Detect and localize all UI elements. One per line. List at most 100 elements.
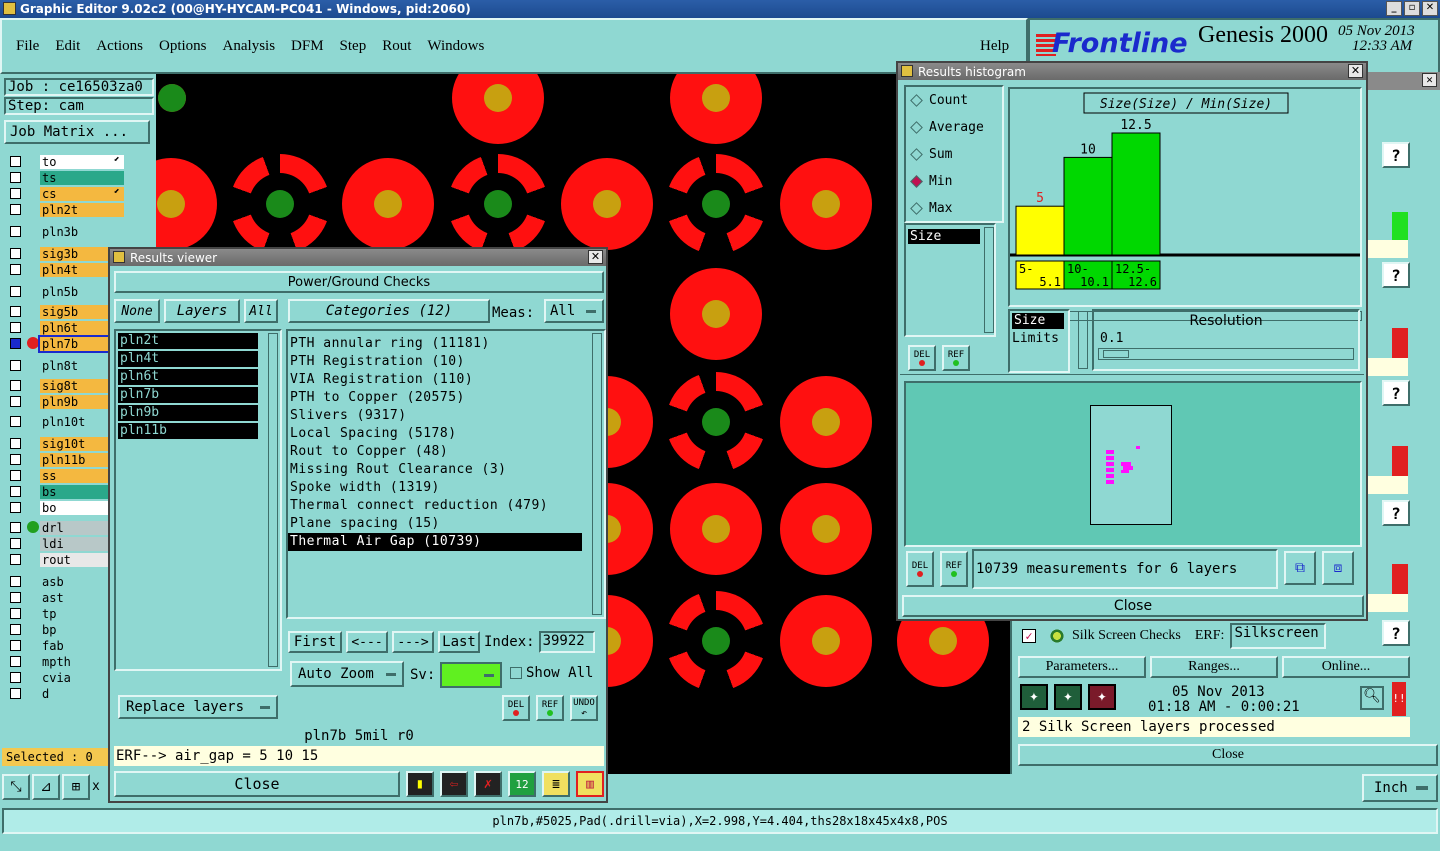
category-item[interactable]: VIA Registration (110) <box>288 371 604 389</box>
layer-checkbox[interactable] <box>10 522 21 533</box>
menu-windows[interactable]: Windows <box>427 38 484 55</box>
ref-button[interactable]: REF <box>536 695 564 721</box>
layer-row-bp[interactable]: bp <box>6 622 124 637</box>
menu-actions[interactable]: Actions <box>96 38 143 55</box>
layer-row-ast[interactable]: ast <box>6 590 124 605</box>
import-icon[interactable]: ⧈ <box>1322 551 1354 585</box>
scrollbar[interactable] <box>984 227 994 333</box>
maximize-button[interactable]: ▫ <box>1404 1 1420 16</box>
viewer-layer-item[interactable]: pln7b <box>118 387 258 403</box>
silk-check-icon[interactable]: ✓ <box>1022 629 1036 643</box>
close-app-button[interactable]: ✕ <box>1422 1 1438 16</box>
help-question-icon[interactable]: ? <box>1382 380 1410 406</box>
scrollbar[interactable] <box>1078 311 1088 369</box>
parameters-button[interactable]: Parameters... <box>1018 656 1146 678</box>
layer-row-fab[interactable]: fab <box>6 638 124 653</box>
hist-ref-button[interactable]: REF <box>942 345 970 371</box>
scrollbar[interactable] <box>268 333 278 667</box>
layer-row-sig10t[interactable]: sig10t <box>6 436 124 451</box>
layer-checkbox[interactable] <box>10 688 21 699</box>
agg-option-count[interactable]: Count <box>906 87 1002 114</box>
layer-checkbox[interactable] <box>10 380 21 391</box>
menu-step[interactable]: Step <box>340 38 367 55</box>
layer-row-ldi[interactable]: ldi <box>6 536 124 551</box>
exclude-icon[interactable]: ✗ <box>474 771 502 797</box>
layer-row-d[interactable]: d <box>6 686 124 701</box>
run-all-icon[interactable]: ✦ <box>1054 684 1082 710</box>
layer-row-bs[interactable]: bs <box>6 484 124 499</box>
layer-checkbox[interactable] <box>10 502 21 513</box>
last-button[interactable]: Last <box>438 631 480 653</box>
layer-checkbox[interactable] <box>10 470 21 481</box>
histogram-bar[interactable] <box>1015 205 1065 256</box>
agg-option-average[interactable]: Average <box>906 114 1002 141</box>
category-item[interactable]: Slivers (9317) <box>288 407 604 425</box>
layer-checkbox[interactable] <box>10 438 21 449</box>
del-button[interactable]: DEL <box>502 695 530 721</box>
prev-button[interactable]: <--- <box>346 631 388 653</box>
layer-checkbox[interactable] <box>10 624 21 635</box>
layer-row-pln11b[interactable]: pln11b <box>6 452 124 467</box>
pan-icon[interactable]: ⇦ <box>440 771 468 797</box>
job-matrix-button[interactable]: Job Matrix ... <box>4 120 150 144</box>
category-item[interactable]: Thermal Air Gap (10739) <box>288 533 582 551</box>
help-question-icon[interactable]: ? <box>1382 500 1410 526</box>
agg-option-sum[interactable]: Sum <box>906 141 1002 168</box>
close-icon[interactable]: ✕ <box>1422 73 1437 87</box>
report-icon[interactable]: ≣ <box>542 771 570 797</box>
histogram-bar[interactable] <box>1063 156 1113 256</box>
layer-checkbox[interactable] <box>10 264 21 275</box>
run-icon[interactable]: ✦ <box>1020 684 1048 710</box>
help-menu[interactable]: Help <box>980 38 1009 55</box>
agg-option-max[interactable]: Max <box>906 195 1002 222</box>
meas-dropdown[interactable]: All <box>544 299 604 323</box>
agg-option-min[interactable]: Min <box>906 168 1002 195</box>
layer-row-bo[interactable]: bo <box>6 500 124 515</box>
histogram-icon[interactable]: ▥ <box>576 771 604 797</box>
category-item[interactable]: Thermal connect reduction (479) <box>288 497 604 515</box>
silk-close-button[interactable]: Close <box>1018 744 1438 766</box>
sv-color-dropdown[interactable] <box>440 662 502 688</box>
layer-row-sig8t[interactable]: sig8t <box>6 378 124 393</box>
layer-checkbox[interactable] <box>10 396 21 407</box>
category-item[interactable]: Spoke width (1319) <box>288 479 604 497</box>
layer-checkbox[interactable] <box>10 656 21 667</box>
layer-row-sig3b[interactable]: sig3b <box>6 246 124 261</box>
replace-layers-dropdown[interactable]: Replace layers <box>118 695 278 719</box>
layer-row-cvia[interactable]: cvia <box>6 670 124 685</box>
layer-row-to[interactable]: to ⬋ <box>6 154 124 169</box>
histogram-close-icon[interactable]: ✕ <box>1348 64 1363 78</box>
layer-row-pln6t[interactable]: pln6t <box>6 320 124 335</box>
layer-checkbox[interactable] <box>10 576 21 587</box>
layer-row-cs[interactable]: cs ⬋ <box>6 186 124 201</box>
undo-button[interactable]: UNDO ↶ <box>570 695 598 721</box>
export-icon[interactable]: ⧉ <box>1284 551 1316 585</box>
hist-del-button[interactable]: DEL <box>908 345 936 371</box>
layer-row-ss[interactable]: ss <box>6 468 124 483</box>
layer-row-drl[interactable]: drl <box>6 520 124 535</box>
menu-options[interactable]: Options <box>159 38 207 55</box>
layer-row-sig5b[interactable]: sig5b <box>6 304 124 319</box>
next-button[interactable]: ---> <box>392 631 434 653</box>
layer-checkbox[interactable] <box>10 172 21 183</box>
zoom-home-icon[interactable]: ⤡ <box>2 774 30 800</box>
menu-edit[interactable]: Edit <box>55 38 80 55</box>
layer-row-mpth[interactable]: mpth <box>6 654 124 669</box>
stop-icon[interactable]: ✦ <box>1088 684 1116 710</box>
ranges-button[interactable]: Ranges... <box>1150 656 1278 678</box>
layer-row-pln5b[interactable]: pln5b <box>6 284 124 299</box>
category-item[interactable]: Plane spacing (15) <box>288 515 604 533</box>
category-item[interactable]: PTH Registration (10) <box>288 353 604 371</box>
category-item[interactable]: Missing Rout Clearance (3) <box>288 461 604 479</box>
layer-checkbox[interactable] <box>10 156 21 167</box>
scrollbar[interactable] <box>592 333 602 615</box>
category-item[interactable]: Rout to Copper (48) <box>288 443 604 461</box>
first-button[interactable]: First <box>288 631 342 653</box>
viewer-layer-item[interactable]: pln6t <box>118 369 258 385</box>
layer-checkbox[interactable] <box>10 608 21 619</box>
measure-icon[interactable]: ⊿ <box>32 774 60 800</box>
layer-checkbox[interactable] <box>10 338 21 349</box>
preview-ref-button[interactable]: REF <box>940 551 968 587</box>
menu-file[interactable]: File <box>16 38 39 55</box>
resolution-slider[interactable] <box>1098 348 1354 360</box>
